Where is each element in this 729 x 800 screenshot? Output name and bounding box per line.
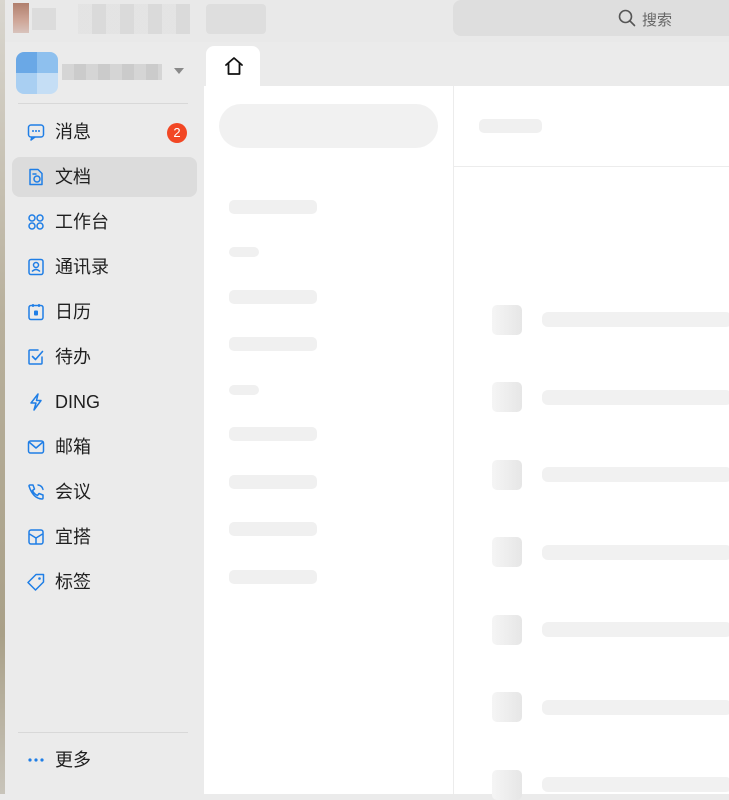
skeleton-line	[542, 777, 729, 792]
search-label: 搜索	[642, 12, 673, 29]
sidebar-item-label: 邮箱	[55, 437, 91, 457]
skeleton-line	[229, 247, 259, 257]
skeleton-line	[542, 467, 729, 482]
sidebar-item-label: 待办	[55, 347, 91, 367]
sidebar-item-mail[interactable]: 邮箱	[12, 427, 197, 467]
mail-icon	[27, 440, 45, 454]
lightning-icon	[30, 393, 42, 411]
sidebar-item-label: 更多	[55, 750, 91, 770]
sidebar-item-tags[interactable]: 标签	[12, 562, 197, 602]
skeleton-thumb	[492, 537, 522, 567]
skeleton-thumb	[492, 305, 522, 335]
sidebar-item-label: 标签	[55, 572, 91, 592]
skeleton-line	[542, 312, 729, 327]
skeleton-thumb	[492, 615, 522, 645]
sidebar-item-label: 工作台	[55, 212, 109, 232]
unread-badge: 2	[167, 123, 187, 143]
sidebar-divider	[18, 732, 188, 733]
title-bar: 搜索	[0, 0, 729, 42]
main-content-loading	[204, 86, 729, 800]
sidebar-item-label: 会议	[55, 482, 91, 502]
skeleton-title	[479, 119, 542, 133]
skeleton-search-placeholder	[219, 104, 438, 148]
message-icon	[27, 124, 45, 141]
blurred-title	[32, 8, 56, 30]
search-box[interactable]: 搜索	[453, 0, 729, 36]
skeleton-line	[229, 570, 317, 584]
sidebar-item-label: 宜搭	[55, 527, 91, 547]
skeleton-line	[229, 337, 317, 351]
yida-box-icon	[28, 529, 44, 545]
blurred-org-name	[62, 64, 162, 80]
tab-home[interactable]	[206, 46, 260, 86]
more-dots-icon	[28, 758, 44, 762]
document-icon	[29, 168, 43, 186]
chevron-down-icon[interactable]	[174, 68, 184, 74]
todo-check-icon	[28, 349, 44, 365]
window-edge	[0, 0, 5, 794]
profile-switcher[interactable]	[16, 52, 188, 94]
sidebar-item-messages[interactable]: 消息 2	[12, 112, 197, 152]
skeleton-thumb	[492, 770, 522, 800]
sidebar-item-calendar[interactable]: 日历	[12, 292, 197, 332]
sidebar-item-meeting[interactable]: 会议	[12, 472, 197, 512]
skeleton-line	[542, 545, 729, 560]
org-avatar	[16, 52, 58, 94]
sidebar-item-label: 文档	[55, 167, 91, 187]
calendar-icon	[28, 304, 44, 321]
sidebar-item-contacts[interactable]: 通讯录	[12, 247, 197, 287]
skeleton-line	[542, 622, 729, 637]
sidebar-item-label: 日历	[55, 302, 91, 322]
tab-bar	[204, 42, 729, 86]
skeleton-thumb	[492, 460, 522, 490]
column-divider	[453, 86, 454, 794]
sidebar-item-ding[interactable]: DING	[12, 382, 197, 422]
sidebar-nav: 消息 2 文档 工作台 通讯录 日历 待办 DING 邮箱 会议 宜搭 标签	[12, 112, 197, 607]
meeting-phone-icon	[28, 484, 44, 500]
skeleton-line	[542, 390, 729, 405]
sidebar-item-yida[interactable]: 宜搭	[12, 517, 197, 557]
user-avatar-small[interactable]	[13, 3, 29, 33]
skeleton-line	[542, 700, 729, 715]
search-icon	[618, 9, 636, 27]
sidebar-item-label: 通讯录	[55, 257, 109, 277]
sidebar-item-more[interactable]: 更多	[12, 740, 197, 780]
skeleton-line	[229, 200, 317, 214]
blurred-title	[78, 4, 190, 34]
skeleton-thumb	[492, 382, 522, 412]
home-icon	[225, 57, 243, 75]
sidebar-item-label: DING	[55, 392, 100, 412]
sidebar-item-label: 消息	[55, 122, 91, 142]
skeleton-line	[229, 475, 317, 489]
header-divider	[454, 166, 729, 167]
tag-icon	[27, 573, 45, 591]
contacts-icon	[28, 258, 44, 276]
skeleton-line	[229, 522, 317, 536]
skeleton-thumb	[492, 692, 522, 722]
skeleton-line	[229, 290, 317, 304]
sidebar-item-documents[interactable]: 文档	[12, 157, 197, 197]
skeleton-line	[229, 427, 317, 441]
sidebar-item-workbench[interactable]: 工作台	[12, 202, 197, 242]
workbench-grid-icon	[28, 214, 44, 230]
sidebar: 消息 2 文档 工作台 通讯录 日历 待办 DING 邮箱 会议 宜搭 标签 更…	[0, 42, 204, 794]
blurred-title	[206, 4, 266, 34]
sidebar-divider	[18, 103, 188, 104]
skeleton-line	[229, 385, 259, 395]
sidebar-item-todo[interactable]: 待办	[12, 337, 197, 377]
